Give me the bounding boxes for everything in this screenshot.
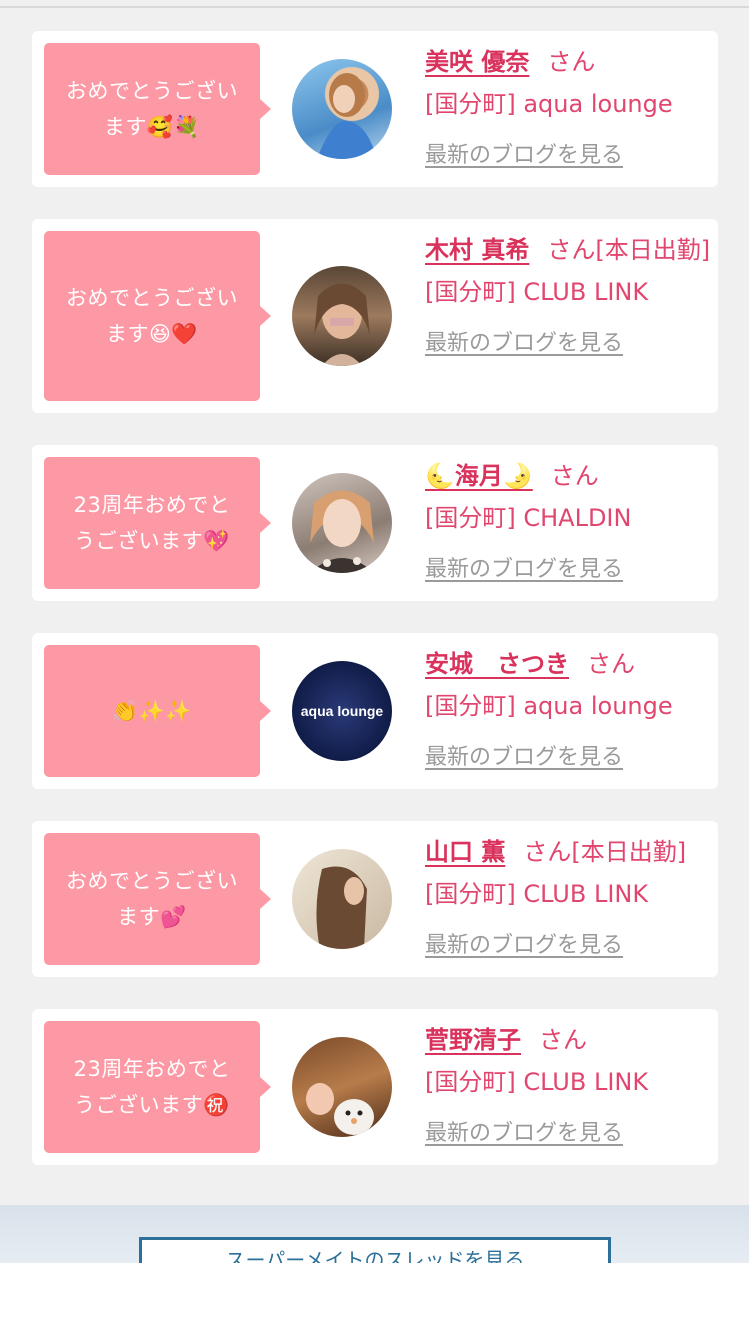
avatar[interactable] xyxy=(292,59,392,159)
shop-name: [国分町] CLUB LINK xyxy=(425,1068,649,1096)
entry-info: 木村 真希 さん[本日出勤] [国分町] CLUB LINK 最新のブログを見る xyxy=(425,229,715,365)
message-card: おめでとうござい ます😆❤️ 木村 真希 さん[本日出勤] [国分町] CLUB … xyxy=(32,219,718,413)
name-suffix: さん xyxy=(547,48,596,76)
shop-name: [国分町] CLUB LINK xyxy=(425,880,649,908)
blog-link[interactable]: 最新のブログを見る xyxy=(425,1113,715,1155)
entry-info: 安城 さつき さん [国分町] aqua lounge 最新のブログを見る xyxy=(425,643,715,779)
message-line: おめでとうござい xyxy=(66,869,238,893)
top-divider xyxy=(0,6,749,8)
girl-name-link[interactable]: 美咲 優奈 xyxy=(425,48,529,76)
message-card: 23周年おめでと うございます💖 🌜海月🌛 さん [国分町] CHALDIN 最新… xyxy=(32,445,718,601)
girl-name-link[interactable]: 安城 さつき xyxy=(425,650,569,678)
message-bubble: 23周年おめでと うございます💖 xyxy=(44,457,271,589)
message-line: ます😆❤️ xyxy=(105,322,199,346)
avatar[interactable] xyxy=(292,266,392,366)
entry-info: 山口 薫さん[本日出勤] [国分町] CLUB LINK 最新のブログを見る xyxy=(425,831,725,967)
girl-name-link[interactable]: 山口 薫 xyxy=(425,838,505,866)
entry-info: 美咲 優奈 さん [国分町] aqua lounge 最新のブログを見る xyxy=(425,41,715,177)
message-card: 👏✨✨ aqua lounge 安城 さつき さん [国分町] aqua loun… xyxy=(32,633,718,789)
shop-name: [国分町] aqua lounge xyxy=(425,692,673,720)
message-bubble: 23周年おめでと うございます㊗️ xyxy=(44,1021,271,1153)
name-suffix: さん xyxy=(550,462,599,490)
girl-name-link[interactable]: 菅野清子 xyxy=(425,1026,521,1054)
avatar-logo-text: aqua lounge xyxy=(300,703,384,719)
message-line: 23周年おめでと xyxy=(73,493,231,517)
message-bubble: おめでとうござい ます😆❤️ xyxy=(44,231,271,401)
message-card: おめでとうござい ます🥰💐 美咲 優奈 さん [国分町] aqua lounge … xyxy=(32,31,718,187)
message-line: ます🥰💐 xyxy=(103,115,201,139)
blog-link[interactable]: 最新のブログを見る xyxy=(425,549,715,591)
avatar[interactable] xyxy=(292,849,392,949)
message-card: 23周年おめでと うございます㊗️ 菅野清子 さん [国分町] CLUB LINK… xyxy=(32,1009,718,1165)
shop-name: [国分町] CLUB LINK xyxy=(425,278,649,306)
shop-name: [国分町] CHALDIN xyxy=(425,504,632,532)
message-bubble: 👏✨✨ xyxy=(44,645,271,777)
blog-link[interactable]: 最新のブログを見る xyxy=(425,135,715,177)
message-line: うございます💖 xyxy=(74,529,230,553)
name-suffix: さん[本日出勤] xyxy=(547,236,711,264)
girl-name-link[interactable]: 🌜海月🌛 xyxy=(425,462,533,490)
message-line: うございます㊗️ xyxy=(74,1093,230,1117)
blog-link[interactable]: 最新のブログを見る xyxy=(425,925,725,967)
message-line: おめでとうござい xyxy=(66,79,238,103)
avatar[interactable]: aqua lounge xyxy=(292,661,392,761)
message-line: ます💕 xyxy=(117,905,187,929)
shop-name: [国分町] aqua lounge xyxy=(425,90,673,118)
name-suffix: さん xyxy=(587,650,635,678)
message-bubble: おめでとうござい ます🥰💐 xyxy=(44,43,271,175)
message-line: 👏✨✨ xyxy=(112,699,192,723)
message-bubble: おめでとうござい ます💕 xyxy=(44,833,271,965)
blog-link[interactable]: 最新のブログを見る xyxy=(425,323,715,365)
message-card: おめでとうござい ます💕 山口 薫さん[本日出勤] [国分町] CLUB LIN… xyxy=(32,821,718,977)
blog-link[interactable]: 最新のブログを見る xyxy=(425,737,715,779)
entry-info: 🌜海月🌛 さん [国分町] CHALDIN 最新のブログを見る xyxy=(425,455,715,591)
name-suffix: さん xyxy=(539,1026,587,1054)
avatar[interactable] xyxy=(292,473,392,573)
avatar[interactable] xyxy=(292,1037,392,1137)
message-line: 23周年おめでと xyxy=(73,1057,231,1081)
bottom-blank-area xyxy=(0,1263,749,1331)
name-suffix: さん[本日出勤] xyxy=(523,838,687,866)
girl-name-link[interactable]: 木村 真希 xyxy=(425,236,529,264)
entry-info: 菅野清子 さん [国分町] CLUB LINK 最新のブログを見る xyxy=(425,1019,715,1155)
message-line: おめでとうござい xyxy=(66,286,238,310)
